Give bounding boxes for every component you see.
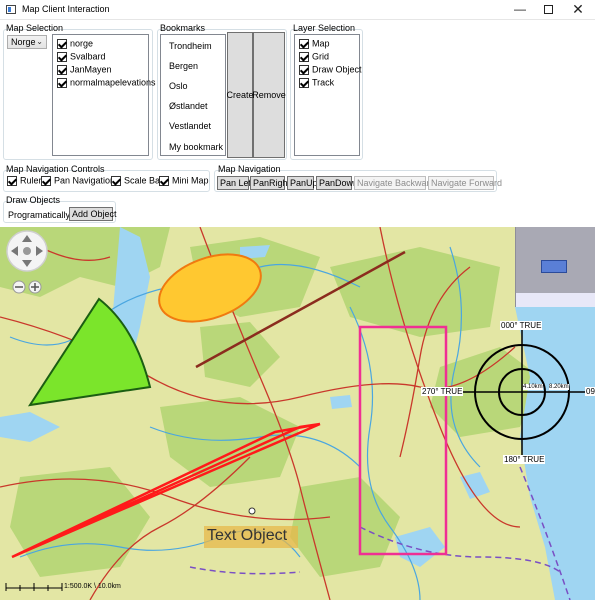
map-select-combo[interactable]: Norge ⌄ [7, 35, 47, 49]
checkbox[interactable] [299, 77, 309, 88]
programmatically-label: Programatically: [8, 210, 73, 220]
minimize-button[interactable]: — [505, 0, 535, 20]
bearing-label-right: 09 [585, 387, 595, 396]
checkbox[interactable] [7, 175, 17, 186]
pan-left-button[interactable]: Pan Left [217, 176, 254, 190]
range-label-inner: 4.10km [523, 384, 543, 390]
bookmark-item[interactable]: Vestlandet [169, 121, 211, 131]
checkbox[interactable] [299, 51, 309, 62]
pan-down-button[interactable]: PanDown [316, 176, 358, 190]
mini-map[interactable] [515, 227, 595, 307]
layer-list-item[interactable]: Map [299, 38, 330, 50]
checkbox[interactable] [57, 77, 67, 88]
maximize-button[interactable] [533, 0, 563, 20]
bearing-label-bottom: 180° TRUE [503, 455, 546, 464]
checkbox[interactable] [111, 175, 121, 186]
ruler-checkbox[interactable]: Ruler [7, 175, 42, 187]
scale-text: 1:500.0K \ 10.0km [64, 583, 121, 590]
checkbox[interactable] [159, 175, 169, 186]
bearing-label-top: 000° TRUE [500, 321, 543, 330]
mini-map-footer [516, 293, 595, 307]
bookmark-item[interactable]: Oslo [169, 81, 188, 91]
range-label-outer: 8.20km [549, 384, 569, 390]
map-select-value: Norge [11, 37, 36, 47]
scale-bar-checkbox[interactable]: Scale Bar [111, 175, 163, 187]
checkbox[interactable] [57, 51, 67, 62]
checkbox[interactable] [299, 64, 309, 75]
bookmark-item[interactable]: My bookmark [169, 142, 223, 152]
pan-navigation-checkbox[interactable]: Pan Navigation [41, 175, 115, 187]
checkbox[interactable] [41, 175, 51, 186]
pan-control[interactable] [6, 230, 48, 272]
window-title: Map Client Interaction [22, 4, 110, 14]
layer-list-item[interactable]: Draw Object [299, 64, 362, 76]
mini-map-viewport[interactable] [541, 260, 567, 273]
navigate-backward-button[interactable]: Navigate Backward [354, 176, 435, 190]
navigate-forward-button[interactable]: Navigate Forward [428, 176, 502, 190]
map-selection-label: Map Selection [6, 23, 64, 33]
map-canvas[interactable] [0, 227, 595, 600]
bookmark-item[interactable]: Bergen [169, 61, 198, 71]
map-list[interactable]: norge Svalbard JanMayen normalmapelevati… [52, 34, 156, 156]
text-object[interactable]: Text Object [207, 527, 287, 545]
mini-map-checkbox[interactable]: Mini Map [159, 175, 209, 187]
bearing-label-left: 270° TRUE [421, 387, 464, 396]
title-bar: Map Client Interaction — ✕ [0, 0, 595, 20]
create-bookmark-button[interactable]: Create [227, 32, 254, 158]
draw-objects-label: Draw Objects [6, 195, 61, 205]
map-list-item[interactable]: norge [57, 38, 93, 50]
checkbox[interactable] [57, 64, 67, 75]
checkbox[interactable] [57, 38, 67, 49]
layer-list[interactable]: Map Grid Draw Object Track [294, 34, 362, 156]
layer-list-item[interactable]: Track [299, 77, 334, 89]
close-button[interactable]: ✕ [563, 0, 593, 20]
chevron-down-icon: ⌄ [36, 37, 43, 46]
text-object-anchor[interactable] [248, 507, 256, 515]
pan-up-button[interactable]: PanUp [287, 176, 318, 190]
map-list-item[interactable]: JanMayen [57, 64, 112, 76]
checkbox[interactable] [299, 38, 309, 49]
map-view[interactable]: Text Object 000° TRUE 270° TRUE 180° TRU… [0, 227, 595, 600]
pan-right-button[interactable]: PanRight [250, 176, 290, 190]
map-navigation-label: Map Navigation [218, 164, 281, 174]
bookmark-list[interactable]: Trondheim Bergen Oslo Østlandet Vestland… [160, 34, 226, 156]
layer-selection-label: Layer Selection [293, 23, 356, 33]
nav-controls-label: Map Navigation Controls [6, 164, 105, 174]
map-list-item[interactable]: normalmapelevations [57, 77, 156, 89]
remove-bookmark-button[interactable]: Remove [252, 32, 286, 158]
app-icon [6, 5, 16, 14]
bookmark-item[interactable]: Trondheim [169, 41, 212, 51]
bookmark-item[interactable]: Østlandet [169, 101, 208, 111]
maximize-icon [543, 5, 553, 14]
add-object-button[interactable]: Add Object [69, 207, 117, 221]
bookmarks-label: Bookmarks [160, 23, 206, 33]
scale-bar [5, 583, 63, 591]
map-list-item[interactable]: Svalbard [57, 51, 106, 63]
layer-list-item[interactable]: Grid [299, 51, 329, 63]
